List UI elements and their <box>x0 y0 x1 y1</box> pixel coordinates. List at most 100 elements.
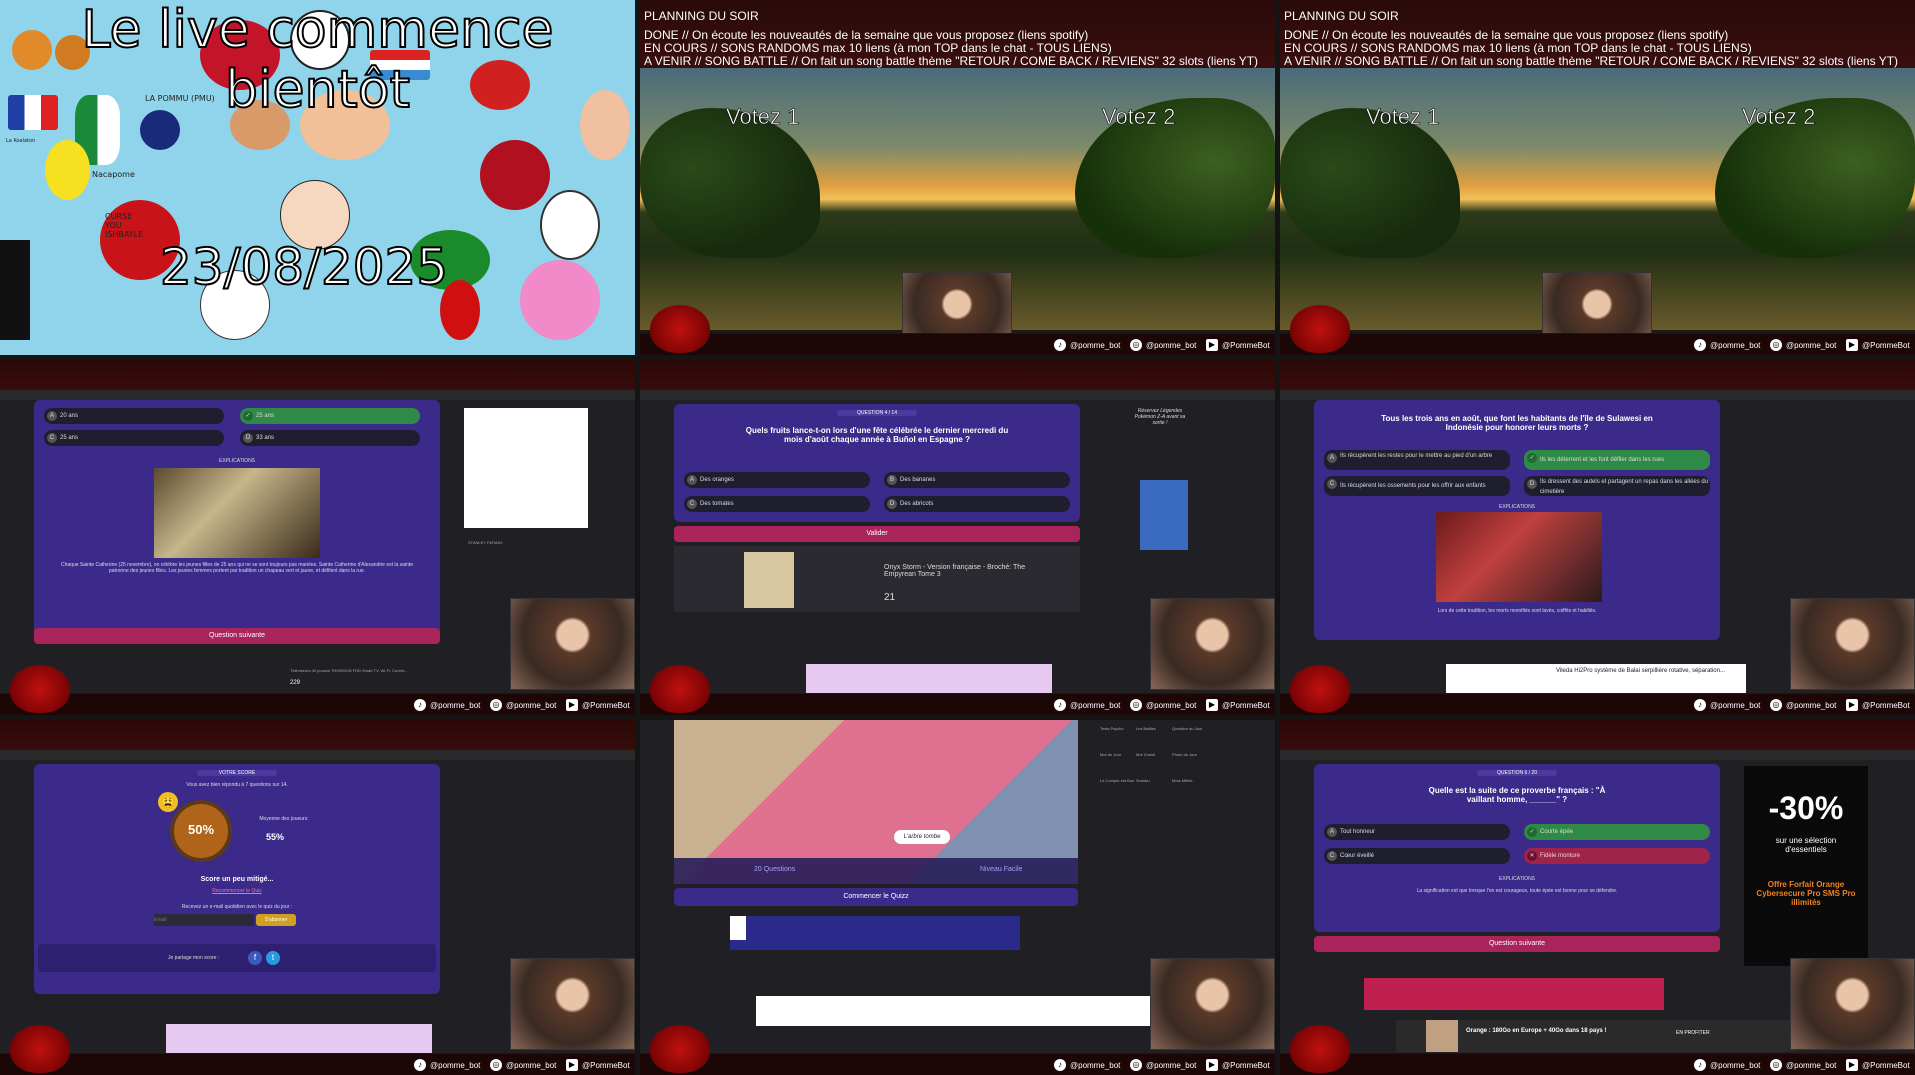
book-ad[interactable]: Onyx Storm - Version française - Broché:… <box>674 546 1080 612</box>
tiktok-handle: @pomme_bot <box>1070 701 1121 710</box>
youtube-handle: @PommeBot <box>582 1061 630 1070</box>
answer-c[interactable]: C Ils récupèrent les ossements pour les o… <box>1324 476 1510 496</box>
tiktok-handle: @pomme_bot <box>430 1061 481 1070</box>
face-emoji-icon: 😩 <box>158 792 178 812</box>
vote-2-label: Votez 2 <box>1102 104 1176 130</box>
social-bar: ♪ @pomme_bot ◎ @pomme_bot ▶ @PommeBot <box>1280 693 1915 715</box>
ad-slot[interactable] <box>730 916 1020 950</box>
answer-b-correct[interactable]: ✓ Ils les déterrent et les font défiler d… <box>1524 450 1710 470</box>
question-text: Quels fruits lance-t-on lors d'une fête … <box>745 426 1009 444</box>
apple-logo <box>1290 1025 1350 1073</box>
tile-quiz-tomatina: QUESTION 4 / 14 Quels fruits lance-t-on … <box>640 360 1275 715</box>
youtube-handle: @PommeBot <box>1222 701 1270 710</box>
facebook-icon[interactable]: f <box>248 951 262 965</box>
answer-b-correct[interactable]: ✓ 25 ans <box>240 408 420 424</box>
question-counter: QUESTION 4 / 14 <box>837 410 917 416</box>
answer-d-wrong[interactable]: ✕ Fidèle monture <box>1524 848 1710 864</box>
apple-logo <box>1290 665 1350 713</box>
average-label: Moyenne des joueurs: <box>259 816 309 822</box>
tiktok-handle: @pomme_bot <box>1710 1061 1761 1070</box>
average-value: 55% <box>266 832 285 842</box>
youtube-handle: @PommeBot <box>1862 701 1910 710</box>
planning-done: DONE // On écoute les nouveautés de la s… <box>1284 28 1729 42</box>
webcam <box>1790 958 1915 1050</box>
countdown-title: Le live commence bientôt <box>80 0 554 121</box>
youtube-handle: @PommeBot <box>1222 1061 1270 1070</box>
youtube-handle: @PommeBot <box>582 701 630 710</box>
start-quiz-button[interactable]: Commencer le Quizz <box>674 888 1078 906</box>
planning-title: PLANNING DU SOIR <box>644 9 759 23</box>
quiz-card: A 20 ans ✓ 25 ans C 25 ans D 33 ans EXPLICAT… <box>34 400 440 640</box>
explanations-heading: EXPLICATIONS <box>1498 876 1536 882</box>
social-bar: ♪ @pomme_bot ◎ @pomme_bot ▶ @PommeBot <box>1280 1053 1915 1075</box>
answer-b[interactable]: B Des bananes <box>884 472 1070 488</box>
score-percent: 50% <box>187 822 215 837</box>
blank-ad[interactable] <box>756 996 1156 1026</box>
planning-done: DONE // On écoute les nouveautés de la s… <box>644 28 1089 42</box>
answer-d[interactable]: D Des abricots <box>884 496 1070 512</box>
sidebar-item[interactable]: Tests Psycho <box>1100 726 1136 732</box>
sidebar-item[interactable]: Mots Mêlés <box>1172 778 1208 784</box>
tiktok-icon: ♪ <box>1054 339 1066 351</box>
explanation-photo <box>1436 512 1602 602</box>
social-bar: ♪ @pomme_bot ◎ @pomme_bot ▶ @PommeBot <box>640 1053 1275 1075</box>
subscribe-button[interactable]: S'abonner <box>256 914 296 926</box>
orange-banner[interactable]: Orange : 180Go en Europe + 40Go dans 18 … <box>1396 1020 1796 1052</box>
promo-offer: Offre Forfait Orange Cybersecure Pro SMS… <box>1756 880 1856 907</box>
answer-d[interactable]: D Ils dressent des autels et partagent un… <box>1524 476 1710 496</box>
sidebar-item[interactable]: Mot Croisé <box>1136 752 1172 758</box>
banner-ad[interactable] <box>806 664 1052 694</box>
retry-link[interactable]: Recommencer le Quiz <box>34 888 440 894</box>
promo-discount: -30% <box>1768 790 1844 826</box>
sidebar-item[interactable]: Question du Jour <box>1172 726 1208 732</box>
social-bar: ♪ @pomme_bot ◎ @pomme_bot ▶ @PommeBot <box>640 333 1275 355</box>
answer-b-correct[interactable]: ✓ Courte épée <box>1524 824 1710 840</box>
instagram-handle: @pomme_bot <box>1786 1061 1837 1070</box>
pokemon-ad-image[interactable] <box>1140 480 1188 550</box>
twitter-icon[interactable]: t <box>266 951 280 965</box>
ad-tool-image[interactable] <box>464 408 588 528</box>
next-question-button[interactable]: Question suivante <box>34 628 440 644</box>
sosh-ad[interactable] <box>1364 978 1664 1010</box>
question-count: 20 Questions <box>754 866 796 873</box>
pokemon-ad-text: Réservez Légendes Pokémon Z-A avant sa s… <box>1134 408 1186 426</box>
tile-countdown: LA POMMU (PMU) CURSE YOU ISHBAYLE Nacapo… <box>0 0 635 355</box>
instagram-handle: @pomme_bot <box>506 1061 557 1070</box>
browser-frame <box>1280 720 1915 750</box>
tile-quiz-proverb: QUESTION 6 / 20 Quelle est la suite de c… <box>1280 720 1915 1075</box>
answer-a[interactable]: A Des oranges <box>684 472 870 488</box>
answer-c[interactable]: C Des tomates <box>684 496 870 512</box>
answer-a[interactable]: A Tout honneur <box>1324 824 1510 840</box>
apple-logo <box>10 1025 70 1073</box>
apple-logo <box>650 305 710 353</box>
browser-frame <box>0 720 635 750</box>
answer-a[interactable]: A 20 ans <box>44 408 224 424</box>
sidebar-item[interactable]: Le Compte est Bon <box>1100 778 1136 784</box>
tile-stream-2: PLANNING DU SOIR DONE // On écoute les n… <box>1280 0 1915 355</box>
banner-ad[interactable] <box>166 1024 432 1054</box>
instagram-icon: ◎ <box>1130 339 1142 351</box>
next-question-button[interactable]: Question suivante <box>1314 936 1720 952</box>
youtube-icon: ▶ <box>1206 339 1218 351</box>
explanations-heading: EXPLICATIONS <box>1498 504 1536 510</box>
tiktok-handle: @pomme_bot <box>1710 341 1761 350</box>
sidebar-item[interactable]: Photo du Jour <box>1172 752 1208 758</box>
planning-panel: PLANNING DU SOIR DONE // On écoute les n… <box>640 0 1275 68</box>
apple-logo <box>1290 305 1350 353</box>
sidebar-grid: Tests Psycho Les Battles Question du Jou… <box>1100 726 1210 784</box>
validate-button[interactable]: Valider <box>674 526 1080 542</box>
sidebar-item[interactable]: Sudoku <box>1136 778 1172 784</box>
social-bar: ♪ @pomme_bot ◎ @pomme_bot ▶ @PommeBot <box>0 693 635 715</box>
orange-promo[interactable]: -30% sur une sélection d'essentiels Offr… <box>1744 766 1868 966</box>
sidebar-item[interactable]: Mot du Jour <box>1100 752 1136 758</box>
orange-banner-button[interactable]: EN PROFITER <box>1676 1030 1710 1036</box>
answer-a[interactable]: A Ils récupèrent les restes pour le mettr… <box>1324 450 1510 470</box>
answer-c[interactable]: C Cœur éveillé <box>1324 848 1510 864</box>
answer-d[interactable]: D 33 ans <box>240 430 420 446</box>
email-input[interactable] <box>154 914 254 926</box>
sidebar-item[interactable]: Les Battles <box>1136 726 1172 732</box>
vileda-ad[interactable]: Vileda Hi2Pro système de Balai serpilliè… <box>1446 664 1746 694</box>
answer-c[interactable]: C 25 ans <box>44 430 224 446</box>
tile-stream-1: PLANNING DU SOIR DONE // On écoute les n… <box>640 0 1275 355</box>
explanation-text: Chaque Sainte Catherine (25 novembre), o… <box>61 562 413 574</box>
